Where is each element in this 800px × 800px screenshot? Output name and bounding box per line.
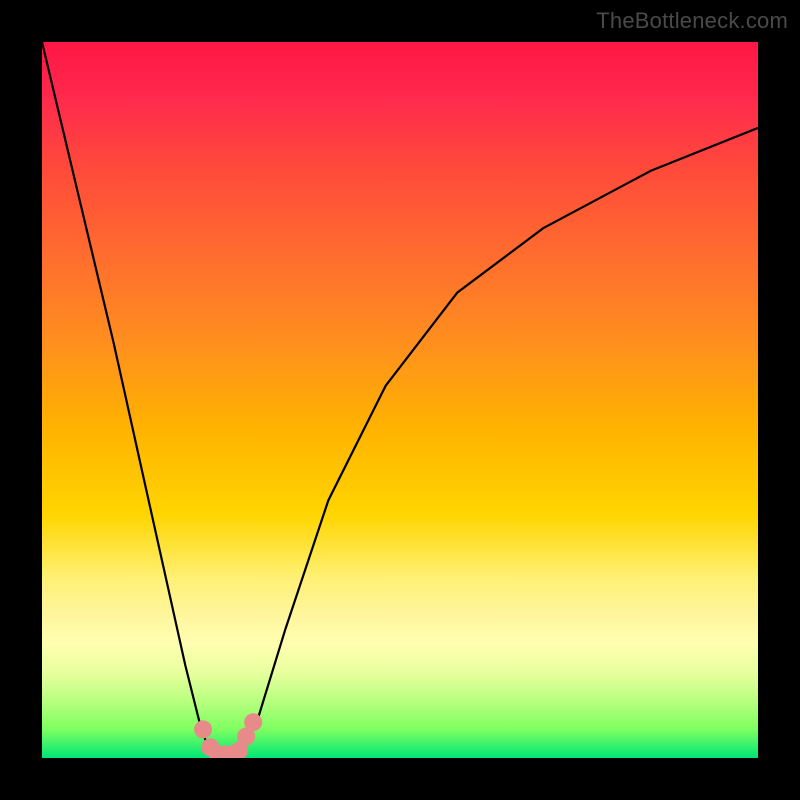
marker-point [244, 713, 262, 731]
chart-svg [42, 42, 758, 758]
chart-frame: TheBottleneck.com [0, 0, 800, 800]
marker-point [194, 720, 212, 738]
plot-area [42, 42, 758, 758]
highlight-markers [194, 713, 262, 758]
bottleneck-curve [42, 42, 758, 758]
watermark-text: TheBottleneck.com [596, 8, 788, 34]
